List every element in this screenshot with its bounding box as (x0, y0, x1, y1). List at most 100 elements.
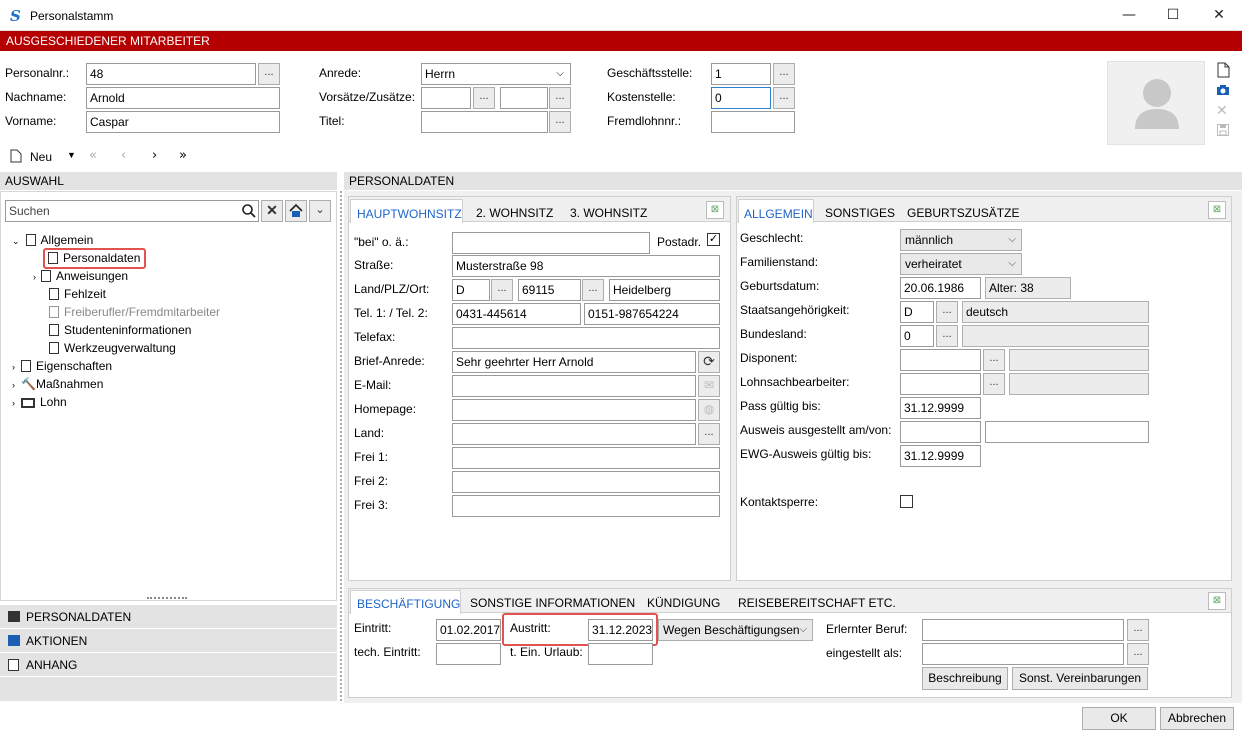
vorsaetze-field[interactable] (421, 87, 471, 109)
vereinbarungen-button[interactable]: Sonst. Vereinbarungen (1012, 667, 1148, 690)
homepage-field[interactable] (452, 399, 696, 421)
land2-lookup-button[interactable]: ... (698, 423, 720, 445)
ok-button[interactable]: OK (1082, 707, 1156, 730)
lohnsach-field[interactable] (900, 373, 981, 395)
telefax-field[interactable] (452, 327, 720, 349)
geschlecht-select[interactable]: männlich ⌵ (900, 229, 1022, 251)
titel-lookup-button[interactable]: ... (549, 111, 571, 133)
new-dropdown-icon[interactable]: ▼ (67, 150, 76, 160)
vorname-field[interactable]: Caspar (86, 111, 280, 133)
tree-item-lohn[interactable]: › Lohn (12, 393, 67, 411)
geburtsdatum-field[interactable]: 20.06.1986 (900, 277, 981, 299)
frei1-field[interactable] (452, 447, 720, 469)
mail-icon[interactable]: ✉ (698, 375, 720, 397)
tree-item-werkzeugverwaltung[interactable]: Werkzeugverwaltung (49, 339, 176, 357)
techeintritt-field[interactable] (436, 643, 501, 665)
disponent-field[interactable] (900, 349, 981, 371)
ort-field[interactable]: Heidelberg (609, 279, 720, 301)
previous-record-icon[interactable]: ‹ (121, 148, 126, 163)
beschreibung-button[interactable]: Beschreibung (922, 667, 1008, 690)
delete-icon[interactable]: ✕ (1216, 103, 1230, 117)
save-icon[interactable] (1216, 123, 1230, 137)
zusaetze-field[interactable] (500, 87, 548, 109)
austrittsgrund-select[interactable]: Wegen Beschäftigungsen ⌵ (658, 619, 813, 641)
tree-item-fehlzeit[interactable]: Fehlzeit (49, 285, 106, 303)
collapse-icon[interactable]: ⌄ (309, 200, 331, 222)
eintritt-field[interactable]: 01.02.2017 (436, 619, 501, 641)
kostenstelle-lookup-button[interactable]: ... (773, 87, 795, 109)
tree-item-eigenschaften[interactable]: › Eigenschaften (12, 357, 112, 375)
search-input[interactable]: Suchen (5, 200, 259, 222)
titel-field[interactable] (421, 111, 548, 133)
tree-item-studenteninformationen[interactable]: Studenteninformationen (49, 321, 191, 339)
beruf-field[interactable] (922, 619, 1124, 641)
kontaktsperre-checkbox[interactable] (900, 495, 913, 508)
bundesland-field[interactable]: 0 (900, 325, 934, 347)
tree-item-anweisungen[interactable]: › Anweisungen (33, 267, 128, 285)
nav-aktionen[interactable]: AKTIONEN (0, 629, 337, 653)
staat-lookup-button[interactable]: ... (936, 301, 958, 323)
tab-hauptwohnsitz[interactable]: HAUPTWOHNSITZ (350, 199, 463, 223)
personalnr-field[interactable]: 48 (86, 63, 256, 85)
postadr-checkbox[interactable]: ✓ (707, 233, 720, 246)
next-record-icon[interactable]: › (152, 148, 157, 163)
eingestellt-field[interactable] (922, 643, 1124, 665)
tel2-field[interactable]: 0151-987654224 (584, 303, 720, 325)
personalnr-lookup-button[interactable]: ... (258, 63, 280, 85)
anrede-select[interactable]: Herrn ⌵ (421, 63, 571, 85)
ausweis-von-field[interactable] (985, 421, 1149, 443)
tab-geburtszusaetze[interactable]: GEBURTSZUSÄTZE (907, 205, 1019, 221)
land2-field[interactable] (452, 423, 696, 445)
email-field[interactable] (452, 375, 696, 397)
nav-personaldaten[interactable]: PERSONALDATEN (0, 605, 337, 629)
vertical-splitter[interactable] (340, 191, 343, 701)
eingestellt-lookup-button[interactable]: ... (1127, 643, 1149, 665)
fremdlohn-field[interactable] (711, 111, 795, 133)
ewg-field[interactable]: 31.12.9999 (900, 445, 981, 467)
clear-search-icon[interactable]: ✕ (261, 200, 283, 222)
tab-beschaeftigung[interactable]: BESCHÄFTIGUNG (350, 590, 461, 614)
employee-photo[interactable] (1107, 61, 1205, 145)
strasse-field[interactable]: Musterstraße 98 (452, 255, 720, 277)
tree-item-massnahmen[interactable]: › 🔨Maßnahmen (12, 375, 103, 393)
nav-anhang[interactable]: ANHANG (0, 653, 337, 677)
cancel-button[interactable]: Abbrechen (1160, 707, 1234, 730)
maximize-button[interactable]: ☐ (1150, 0, 1196, 31)
panel-close-icon[interactable]: ⊠ (1208, 592, 1226, 610)
panel-close-icon[interactable]: ⊠ (706, 201, 724, 219)
ausweis-datum-field[interactable] (900, 421, 981, 443)
disponent-lookup-button[interactable]: ... (983, 349, 1005, 371)
minimize-button[interactable]: — (1106, 0, 1152, 31)
first-record-icon[interactable]: « (89, 148, 97, 163)
refresh-icon[interactable]: ⟳ (698, 351, 720, 373)
familienstand-select[interactable]: verheiratet ⌵ (900, 253, 1022, 275)
tree-item-personaldaten[interactable]: Personaldaten (43, 248, 147, 269)
camera-icon[interactable] (1216, 83, 1230, 97)
lohnsach-lookup-button[interactable]: ... (983, 373, 1005, 395)
panel-close-icon[interactable]: ⊠ (1208, 201, 1226, 219)
frei2-field[interactable] (452, 471, 720, 493)
tab-reisebereitschaft[interactable]: REISEBEREITSCHAFT ETC. (738, 595, 896, 611)
tab-2-wohnsitz[interactable]: 2. WOHNSITZ (476, 205, 553, 221)
pass-field[interactable]: 31.12.9999 (900, 397, 981, 419)
nachname-field[interactable]: Arnold (86, 87, 280, 109)
tab-3-wohnsitz[interactable]: 3. WOHNSITZ (570, 205, 647, 221)
home-icon[interactable] (285, 200, 307, 222)
bei-field[interactable] (452, 232, 650, 254)
tree-item-allgemein[interactable]: ⌄ Allgemein (12, 231, 93, 249)
tab-sonstige-informationen[interactable]: SONSTIGE INFORMATIONEN (470, 595, 635, 611)
bundesland-lookup-button[interactable]: ... (936, 325, 958, 347)
plz-field[interactable]: 69115 (518, 279, 581, 301)
zusaetze-lookup-button[interactable]: ... (549, 87, 571, 109)
plz-lookup-button[interactable]: ... (582, 279, 604, 301)
briefanrede-field[interactable]: Sehr geehrter Herr Arnold (452, 351, 696, 373)
last-record-icon[interactable]: » (179, 148, 187, 163)
tab-kuendigung[interactable]: KÜNDIGUNG (647, 595, 720, 611)
search-icon[interactable] (241, 203, 257, 222)
new-icon[interactable] (10, 149, 22, 163)
tab-allgemein[interactable]: ALLGEMEIN (738, 199, 814, 223)
beruf-lookup-button[interactable]: ... (1127, 619, 1149, 641)
globe-icon[interactable]: ◍ (698, 399, 720, 421)
tree-item-freiberufler[interactable]: Freiberufler/Fremdmitarbeiter (49, 303, 220, 321)
tab-sonstiges[interactable]: SONSTIGES (825, 205, 895, 221)
